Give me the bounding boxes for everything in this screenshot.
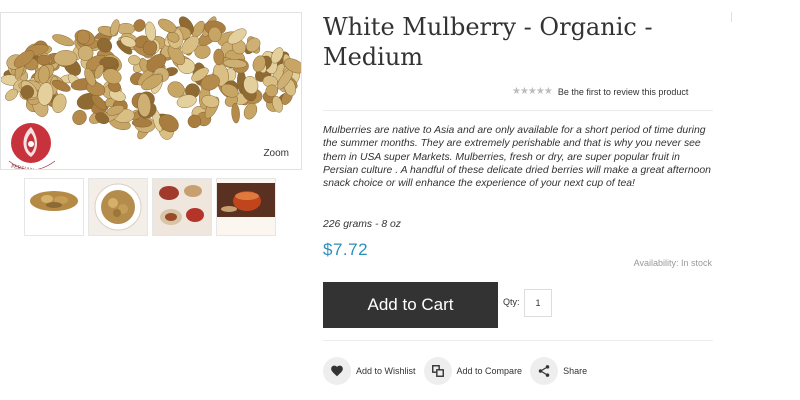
product-actions: Add to Wishlist Add to Compare Share xyxy=(323,357,595,385)
product-title: White Mulberry - Organic - Medium xyxy=(323,13,653,71)
tea-table-thumb-image xyxy=(153,179,211,235)
product-price: $7.72 xyxy=(323,240,369,259)
thumbnail-tea-table[interactable] xyxy=(152,178,212,236)
review-row: ★★★★★ Be the first to review this produc… xyxy=(512,86,688,97)
main-product-image[interactable]: PERSIAN BASKET Zoom xyxy=(0,12,302,170)
availability-status: Availability: In stock xyxy=(633,258,712,268)
zoom-label[interactable]: Zoom xyxy=(263,148,289,159)
add-to-cart-button[interactable]: Add to Cart xyxy=(323,282,498,328)
share-button[interactable]: Share xyxy=(530,357,587,385)
tea-cup-thumb-image xyxy=(217,179,275,235)
add-to-compare-button[interactable]: Add to Compare xyxy=(423,357,523,385)
compare-icon xyxy=(423,357,452,385)
thumbnail-tea-cup[interactable] xyxy=(216,178,276,236)
heart-icon xyxy=(323,357,351,385)
wishlist-label: Add to Wishlist xyxy=(356,366,416,376)
quantity-input[interactable] xyxy=(524,289,552,317)
edge-divider xyxy=(731,12,732,22)
share-label: Share xyxy=(563,366,588,376)
rating-stars: ★★★★★ xyxy=(512,86,553,97)
persian-basket-logo: PERSIAN BASKET xyxy=(8,123,57,169)
thumbnail-mulberry-bowl[interactable] xyxy=(88,178,148,236)
divider xyxy=(323,340,713,341)
divider xyxy=(323,110,713,111)
product-weight: 226 grams - 8 oz xyxy=(323,219,401,230)
first-review-link[interactable]: Be the first to review this product xyxy=(558,87,689,97)
share-icon xyxy=(530,357,559,385)
thumbnail-mulberry-pile[interactable] xyxy=(24,178,84,236)
mulberry-bowl-thumb-image xyxy=(89,179,147,235)
qty-label: Qty: xyxy=(503,297,520,307)
mulberry-pile-thumb-image xyxy=(30,191,78,211)
compare-label: Add to Compare xyxy=(456,366,523,376)
add-to-wishlist-button[interactable]: Add to Wishlist xyxy=(323,357,416,385)
product-description: Mulberries are native to Asia and are on… xyxy=(323,125,711,190)
